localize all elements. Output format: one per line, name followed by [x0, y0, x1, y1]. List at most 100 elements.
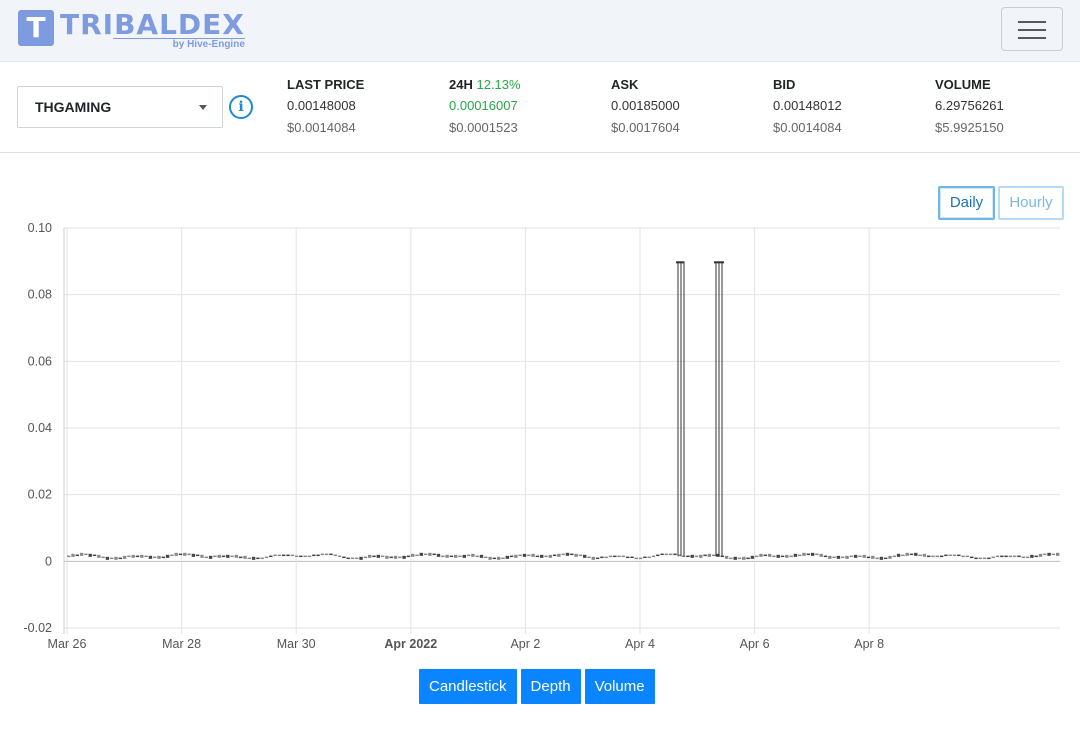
candle: [806, 553, 810, 556]
candle: [570, 553, 574, 556]
candle: [557, 553, 561, 557]
ticker-bar: THGAMING i LAST PRICE 0.00148008 $0.0014…: [0, 62, 1080, 153]
candle: [832, 556, 836, 559]
candle: [411, 553, 415, 557]
candle: [428, 552, 432, 556]
price-chart[interactable]: 0.10 0.08 0.06 0.04 0.02 0 -0.02 Mar 26 Mar 28 Ma…: [0, 216, 1080, 662]
menu-toggle-button[interactable]: [1001, 7, 1063, 51]
x-tick-label: Apr 4: [625, 637, 655, 651]
candle: [316, 554, 320, 557]
candle: [303, 555, 307, 558]
candle: [982, 557, 987, 560]
candle: [828, 555, 832, 559]
candle: [729, 557, 733, 560]
candle: [462, 554, 466, 558]
candle: [239, 556, 243, 559]
candle: [656, 554, 660, 557]
candle: [952, 554, 957, 557]
candle: [497, 556, 501, 560]
candle: [148, 555, 153, 559]
candle: [518, 554, 522, 557]
volume-button[interactable]: Volume: [584, 669, 655, 704]
depth-button[interactable]: Depth: [520, 669, 581, 704]
candle: [578, 554, 583, 557]
candle: [935, 555, 939, 558]
hourly-toggle-button[interactable]: Hourly: [998, 186, 1064, 220]
candle: [836, 555, 841, 559]
y-tick-label: 0.04: [28, 421, 52, 435]
stat-label: VOLUME: [935, 77, 991, 92]
candle: [535, 555, 540, 558]
candle: [1043, 553, 1047, 556]
stat-usd: $0.0017604: [611, 120, 680, 135]
candle: [789, 555, 793, 558]
candle: [858, 555, 862, 558]
candle: [359, 556, 363, 560]
candle: [746, 557, 750, 560]
candle: [200, 554, 204, 558]
candle: [329, 553, 333, 556]
candle: [595, 557, 600, 560]
x-tick-label: Apr 6: [740, 637, 770, 651]
tribaldex-logo[interactable]: T TRIBALDEX by Hive-Engine: [18, 10, 245, 50]
candle: [346, 557, 350, 560]
candle: [780, 555, 785, 558]
stat-volume: VOLUME 6.29756261 $5.9925150: [935, 77, 1080, 136]
candle: [565, 552, 570, 556]
info-icon[interactable]: i: [229, 95, 253, 119]
candle: [522, 553, 527, 557]
candle: [621, 555, 626, 558]
candle: [970, 556, 974, 559]
candle: [1017, 555, 1021, 558]
candle: [183, 552, 187, 556]
token-select-value: THGAMING: [35, 99, 112, 115]
y-tick-label: 0.10: [28, 221, 52, 235]
candle: [879, 556, 884, 560]
candle: [196, 554, 200, 557]
candle: [909, 553, 914, 556]
candle: [888, 555, 892, 559]
candle: [269, 555, 273, 558]
candle: [294, 555, 299, 558]
candle: [79, 552, 84, 556]
candle: [273, 554, 277, 557]
candle: [772, 555, 776, 558]
candle: [948, 554, 952, 557]
y-tick-label: 0.02: [28, 488, 52, 502]
candle: [676, 261, 684, 264]
stat-label-text: 24H: [449, 77, 473, 92]
chart-type-buttons: Candlestick Depth Volume: [419, 669, 655, 704]
stat-last-price: LAST PRICE 0.00148008 $0.0014084: [287, 77, 447, 136]
candle: [221, 555, 226, 558]
candle: [995, 555, 1000, 558]
candle: [694, 555, 699, 558]
candle: [613, 555, 617, 558]
candle: [660, 553, 664, 556]
candle: [135, 555, 140, 558]
candle: [617, 555, 621, 558]
candle: [944, 554, 948, 557]
candlestick-button[interactable]: Candlestick: [419, 669, 517, 704]
candle: [600, 556, 604, 559]
candle: [286, 554, 290, 557]
token-select[interactable]: THGAMING: [17, 86, 223, 128]
candle: [664, 553, 669, 556]
daily-toggle-button[interactable]: Daily: [938, 186, 995, 220]
y-tick-label: -0.02: [24, 621, 53, 635]
candle: [118, 557, 122, 560]
candle: [333, 554, 337, 557]
candle: [432, 553, 436, 556]
candle: [471, 553, 475, 557]
candle: [178, 553, 183, 556]
candle: [755, 555, 759, 558]
candle: [282, 554, 286, 557]
y-tick-label: 0.08: [28, 288, 52, 302]
candle: [776, 554, 780, 558]
top-navbar: T TRIBALDEX by Hive-Engine: [0, 0, 1080, 62]
stat-value: 0.00148012: [773, 98, 842, 113]
candle: [320, 553, 325, 556]
candle: [101, 556, 105, 559]
candle: [974, 557, 978, 560]
candle: [234, 554, 239, 558]
candle: [1030, 554, 1034, 558]
